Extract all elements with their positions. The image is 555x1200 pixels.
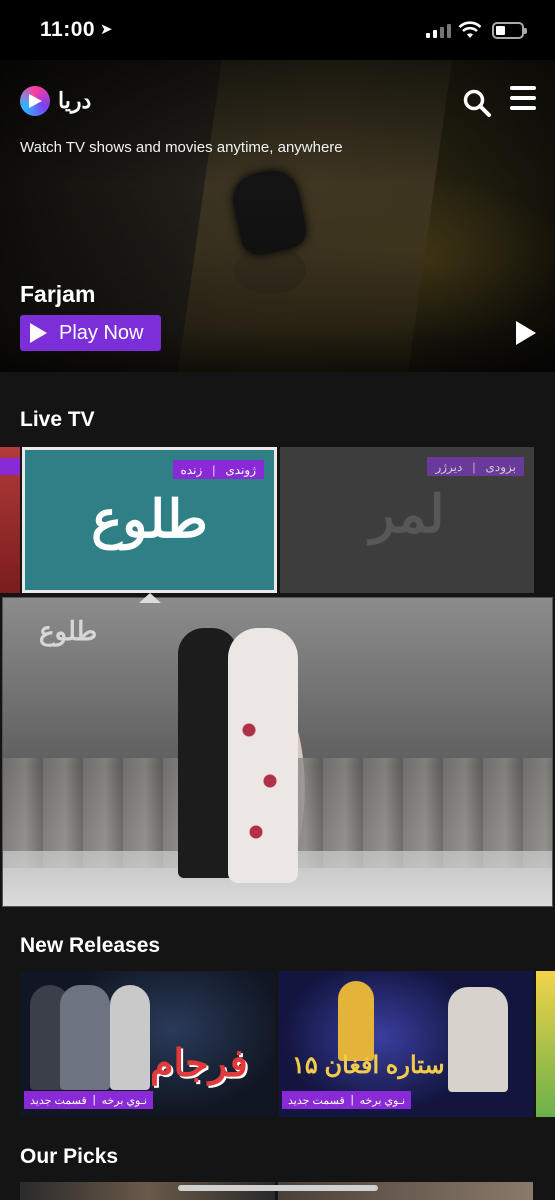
- battery-icon: [492, 22, 527, 39]
- play-icon: [30, 323, 47, 343]
- soon-badge: دیرژر | بزودی: [427, 457, 524, 476]
- logo-text: دریا: [58, 88, 92, 113]
- release-title-art: ستاره افغان ۱۵: [292, 1052, 445, 1079]
- status-time: 11:00: [40, 18, 96, 41]
- new-episode-badge: قسمت جدید | نـوي برخه: [282, 1091, 412, 1109]
- channel-logo: طلوع: [91, 491, 208, 549]
- live-badge: زنده | ژوندی: [172, 460, 264, 479]
- channel-card-lemar[interactable]: دیرژر | بزودی لمر: [280, 447, 534, 593]
- menu-icon[interactable]: [510, 86, 538, 112]
- live-tv-carousel[interactable]: زنده | ژوندی طلوع دیرژر | بزودی لمر: [0, 447, 555, 593]
- release-card-afghan-star[interactable]: ستاره افغان ۱۵ قسمت جدید | نـوي برخه: [278, 971, 533, 1117]
- cellular-signal-icon: [426, 24, 452, 38]
- section-title-new-releases: New Releases: [20, 934, 161, 957]
- trailer-play-icon[interactable]: [516, 321, 536, 345]
- new-episode-badge: قسمت جدید | نـوي برخه: [24, 1091, 154, 1109]
- new-releases-carousel[interactable]: فرجام قسمت جدید | نـوي برخه ستاره افغان ۱۵…: [0, 971, 555, 1117]
- status-bar: 11:00 ➤: [0, 0, 555, 60]
- live-preview-player[interactable]: طلوع: [2, 597, 553, 907]
- channel-card-tolo[interactable]: زنده | ژوندی طلوع: [22, 447, 277, 593]
- hero-title: Farjam: [20, 281, 96, 307]
- section-title-live-tv: Live TV: [20, 408, 95, 431]
- section-title-our-picks: Our Picks: [20, 1145, 119, 1168]
- app-logo[interactable]: دریا: [20, 86, 91, 116]
- search-icon[interactable]: [462, 88, 492, 118]
- channel-card-partial[interactable]: [0, 447, 20, 593]
- home-indicator[interactable]: [178, 1185, 378, 1191]
- play-now-button[interactable]: Play Now: [20, 315, 161, 351]
- wifi-icon: [458, 21, 482, 38]
- hero-banner[interactable]: دریا Watch TV shows and movies anytime, …: [0, 60, 555, 372]
- release-title-art: فرجام: [150, 1043, 248, 1085]
- app-tagline: Watch TV shows and movies anytime, anywh…: [20, 139, 343, 156]
- channel-watermark: طلوع: [39, 616, 98, 646]
- location-arrow-icon: ➤: [100, 21, 113, 38]
- play-now-label: Play Now: [59, 321, 144, 344]
- release-card-farjam[interactable]: فرجام قسمت جدید | نـوي برخه: [20, 971, 275, 1117]
- release-card-partial[interactable]: [536, 971, 555, 1117]
- selection-pointer: [139, 593, 161, 603]
- channel-logo: لمر: [369, 486, 445, 544]
- logo-icon: [20, 86, 50, 116]
